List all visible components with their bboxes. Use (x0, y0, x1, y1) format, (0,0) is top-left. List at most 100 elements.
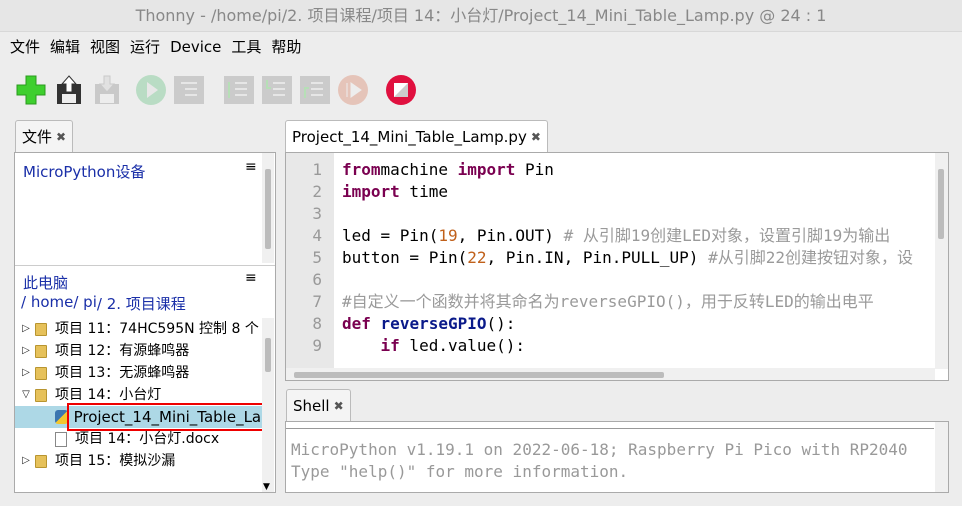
menu-item[interactable]: 编辑 (50, 34, 80, 60)
line-number: 1 (312, 160, 322, 179)
load-icon[interactable] (90, 73, 124, 107)
resume-icon[interactable] (336, 73, 370, 107)
expanded-arrow-icon[interactable]: ▽ (19, 384, 33, 406)
code-line: 8 def reverseGPIO(): (286, 313, 913, 335)
tree-item[interactable]: Project_14_Mini_Table_Lamp.py (15, 403, 263, 431)
line-number: 4 (312, 226, 322, 245)
menu-item[interactable]: 视图 (90, 34, 120, 60)
code-editor[interactable]: 1 frommachine import Pin 2 import time 3 4 led… (285, 152, 949, 381)
code-token: import (457, 160, 516, 179)
folder-icon (35, 454, 47, 468)
code-token: , Pin.OUT) (457, 226, 564, 245)
menu-item[interactable]: 帮助 (271, 34, 301, 60)
tree-scrollbar[interactable]: ▼ (262, 318, 274, 492)
close-icon[interactable]: ✖ (531, 122, 541, 153)
tree-item[interactable]: ▷ 项目 15：模拟沙漏 (15, 450, 263, 472)
device-scrollbar[interactable] (262, 153, 274, 263)
collapsed-arrow-icon[interactable]: ▷ (19, 318, 33, 340)
breadcrumb-home[interactable]: / home (21, 293, 73, 314)
document-icon (55, 431, 67, 447)
tab-shell[interactable]: Shell ✖ (286, 389, 351, 422)
code-token: # 从引脚19创建LED对象，设置引脚19为输出 (563, 226, 891, 245)
device-header: MicroPython设备 (23, 163, 146, 181)
tab-label: Project_14_Mini_Table_Lamp.py (292, 127, 527, 146)
file-tree: ▷ 项目 11：74HC595N 控制 8 个 ▷ 项目 12：有源蜂鸣器 ▷ 项目 13… (15, 318, 263, 492)
code-token: Pin (515, 160, 554, 179)
line-number: 5 (312, 248, 322, 267)
run-icon[interactable] (134, 73, 168, 107)
tree-item-label: 项目 13：无源蜂鸣器 (55, 365, 190, 381)
step-out-icon[interactable] (298, 73, 332, 107)
editor-vscrollbar[interactable] (935, 153, 948, 369)
code-line: 4 led = Pin(19, Pin.OUT) # 从引脚19创建LED对象，设… (286, 225, 913, 247)
code-token: time (399, 182, 448, 201)
files-panel: MicroPython设备 ≡ 此电脑 ≡ / home / pi / 2. 项… (14, 152, 276, 493)
tree-item-label: 项目 15：模拟沙漏 (55, 453, 176, 469)
collapsed-arrow-icon[interactable]: ▷ (19, 450, 33, 472)
code-line: 6 (286, 269, 913, 291)
code-token: import (342, 182, 400, 201)
editor-hscrollbar[interactable] (286, 368, 935, 380)
code-token: , Pin.IN, Pin.PULL_UP) (486, 248, 709, 267)
tab-label: 文件 (22, 127, 53, 146)
code-token: machine (380, 160, 458, 179)
tab-files[interactable]: 文件 ✖ (15, 120, 74, 153)
tree-item-label: 项目 14：小台灯.docx (75, 431, 220, 447)
code-token: #自定义一个函数并将其命名为reverseGPIO()，用于反转LED的输出电平 (342, 292, 874, 311)
code-token: from (342, 160, 381, 179)
tree-item[interactable]: ▷ 项目 11：74HC595N 控制 8 个 (15, 318, 263, 340)
shell-scrollbar[interactable] (935, 422, 948, 492)
menu-bar: 文件 编辑 视图 运行 Device 工具 帮助 (0, 34, 311, 60)
tab-editor[interactable]: Project_14_Mini_Table_Lamp.py ✖ (285, 120, 548, 153)
line-number: 6 (312, 270, 322, 289)
menu-item[interactable]: 文件 (10, 34, 40, 60)
menu-item[interactable]: Device (170, 34, 221, 60)
folder-icon (35, 322, 47, 336)
new-icon[interactable] (14, 73, 48, 107)
breadcrumb-course[interactable]: / 2. 项目课程 (97, 293, 186, 314)
code-token: reverseGPIO (380, 314, 487, 333)
folder-icon (35, 366, 47, 380)
close-icon[interactable]: ✖ (334, 391, 344, 422)
code-line: 7 #自定义一个函数并将其命名为reverseGPIO()，用于反转LED的输出电… (286, 291, 913, 313)
line-number: 3 (312, 204, 322, 223)
python-file-icon (55, 410, 68, 424)
debug-icon[interactable] (172, 73, 206, 107)
tree-item-label: Project_14_Mini_Table_Lamp.py (66, 403, 263, 431)
collapsed-arrow-icon[interactable]: ▷ (19, 340, 33, 362)
close-icon[interactable]: ✖ (56, 122, 66, 153)
tree-item-label: 项目 11：74HC595N 控制 8 个 (55, 321, 259, 337)
save-icon[interactable] (52, 73, 86, 107)
code-line: 9 if led.value(): (286, 335, 913, 357)
code-line: 2 import time (286, 181, 913, 203)
stop-icon[interactable] (384, 73, 418, 107)
code-token: def (342, 314, 371, 333)
line-number: 9 (312, 336, 322, 355)
tree-item-label: 项目 14：小台灯 (55, 387, 162, 403)
menu-item[interactable]: 运行 (130, 34, 160, 60)
menu-icon[interactable]: ≡ (245, 159, 257, 175)
code-token: 22 (467, 248, 487, 267)
tree-item[interactable]: 项目 14：小台灯.docx (15, 428, 263, 450)
code-token: led = Pin( (342, 226, 439, 245)
collapsed-arrow-icon[interactable]: ▷ (19, 362, 33, 384)
code-token: button = Pin( (342, 248, 468, 267)
step-over-icon[interactable] (222, 73, 256, 107)
code-token: if (380, 336, 400, 355)
folder-icon (35, 388, 47, 402)
breadcrumb-pi[interactable]: / pi (73, 293, 97, 314)
shell-line: MicroPython v1.19.1 on 2022-06-18; Raspb… (291, 440, 908, 459)
line-number: 8 (312, 314, 322, 333)
pc-header: 此电脑 (23, 274, 69, 292)
code-line: 3 (286, 203, 913, 225)
menu-item[interactable]: 工具 (231, 34, 261, 60)
step-into-icon[interactable] (260, 73, 294, 107)
menu-icon[interactable]: ≡ (245, 270, 257, 286)
tree-item[interactable]: ▽ 项目 14：小台灯 (15, 384, 263, 406)
tree-item[interactable]: ▷ 项目 13：无源蜂鸣器 (15, 362, 263, 384)
folder-icon (35, 344, 47, 358)
window-title: Thonny - /home/pi/2. 项目课程/项目 14：小台灯/Proj… (0, 0, 962, 32)
tree-item[interactable]: ▷ 项目 12：有源蜂鸣器 (15, 340, 263, 362)
shell-panel[interactable]: MicroPython v1.19.1 on 2022-06-18; Raspb… (285, 421, 949, 493)
